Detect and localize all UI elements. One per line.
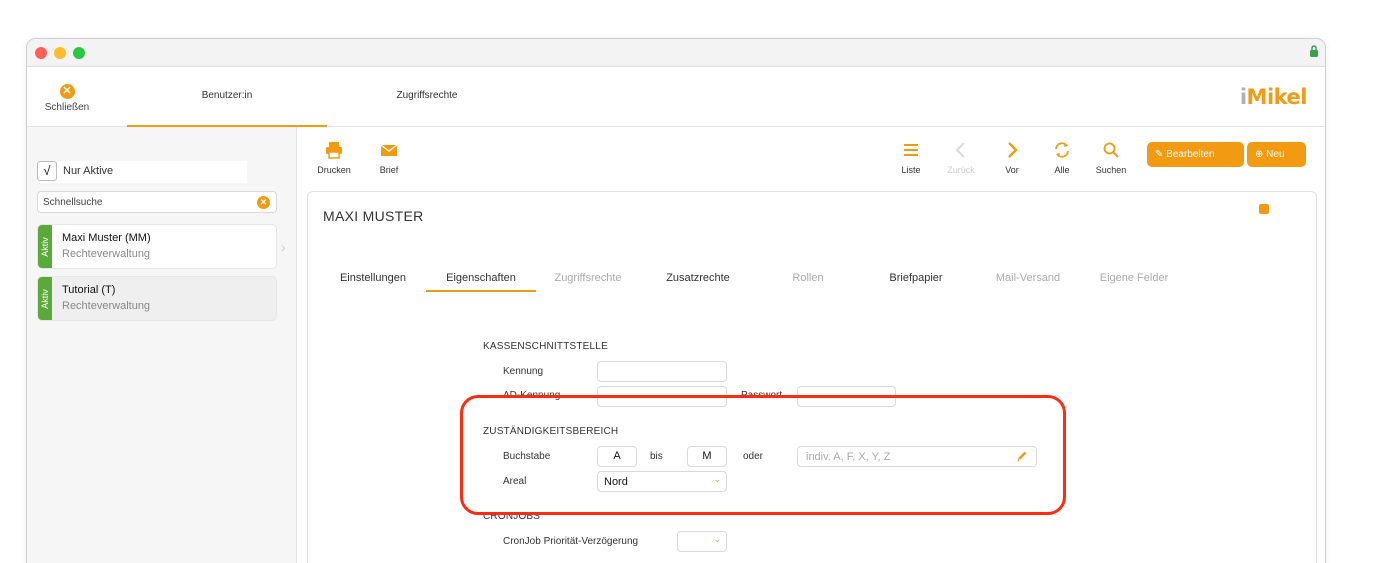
list-button[interactable]: Liste	[895, 141, 927, 175]
tab-zugriffsrechte[interactable]: Zugriffsrechte	[548, 272, 628, 292]
chevron-right-icon: ›	[281, 239, 286, 255]
tab-rollen[interactable]: Rollen	[778, 272, 838, 292]
sidebar: √ Nur Aktive Schnellsuche ✕ Aktiv Maxi M…	[27, 127, 297, 563]
tab-zusatzrechte[interactable]: Zusatzrechte	[658, 272, 738, 292]
tab-eigenschaften[interactable]: Eigenschaften	[426, 272, 536, 292]
all-label: Alle	[1054, 165, 1070, 175]
tab-einstellungen[interactable]: Einstellungen	[338, 272, 408, 292]
user-role: Rechteverwaltung	[62, 300, 151, 312]
printer-icon	[326, 142, 342, 159]
cronjob-delay-select[interactable]: ⌄	[677, 531, 727, 552]
chevron-right-icon	[1008, 142, 1018, 158]
kennung-label: Kennung	[503, 366, 544, 377]
user-list-item[interactable]: Aktiv Maxi Muster (MM) Rechteverwaltung	[37, 224, 277, 269]
status-badge: Aktiv	[38, 225, 52, 268]
section-kassenschnittstelle: KASSENSCHNITTSTELLE	[483, 341, 608, 352]
minimize-window-button[interactable]	[54, 47, 66, 59]
print-button[interactable]: Drucken	[313, 141, 355, 175]
search-label: Suchen	[1095, 165, 1127, 175]
page-title: MAXI MUSTER	[323, 208, 424, 224]
print-label: Drucken	[317, 165, 351, 175]
clear-search-icon[interactable]: ✕	[257, 196, 270, 209]
toolbar: Drucken Brief Liste Zurück Vor Alle Such…	[297, 127, 1325, 191]
tab-briefpapier[interactable]: Briefpapier	[878, 272, 954, 292]
kennung-field[interactable]	[597, 361, 727, 382]
cronjob-delay-label: CronJob Priorität-Verzögerung	[503, 536, 639, 547]
highlight-annotation	[460, 395, 1066, 515]
quick-search-value: Schnellsuche	[43, 197, 103, 208]
nur-aktive-label: Nur Aktive	[63, 165, 114, 177]
refresh-icon	[1055, 142, 1069, 158]
search-button[interactable]: Suchen	[1091, 141, 1131, 175]
all-button[interactable]: Alle	[1047, 141, 1077, 175]
forward-label: Vor	[1005, 165, 1019, 175]
close-label: Schließen	[44, 102, 90, 113]
nur-aktive-filter[interactable]: √ Nur Aktive	[37, 161, 247, 183]
list-icon	[904, 144, 918, 156]
letter-button[interactable]: Brief	[371, 141, 407, 175]
user-list-item[interactable]: Aktiv Tutorial (T) Rechteverwaltung	[37, 276, 277, 321]
back-button[interactable]: Zurück	[943, 141, 979, 175]
user-role: Rechteverwaltung	[62, 248, 151, 260]
back-label: Zurück	[947, 165, 975, 175]
note-icon[interactable]	[1259, 204, 1269, 214]
letter-label: Brief	[379, 165, 399, 175]
close-window-button[interactable]	[35, 47, 47, 59]
list-label: Liste	[901, 165, 921, 175]
nur-aktive-checkbox[interactable]: √	[37, 161, 57, 181]
status-badge: Aktiv	[38, 277, 52, 320]
edit-button[interactable]: ✎ Bearbeiten	[1147, 142, 1244, 167]
tab-zugriffsrechte[interactable]: Zugriffsrechte	[327, 67, 527, 127]
zoom-window-button[interactable]	[73, 47, 85, 59]
imikel-logo: iMikel	[1239, 85, 1308, 109]
close-button[interactable]: ✕ Schließen	[37, 81, 97, 113]
user-name: Tutorial (T)	[62, 284, 116, 296]
tab-mail-versand[interactable]: Mail-Versand	[988, 272, 1068, 292]
title-bar	[27, 39, 1325, 67]
tab-benutzer[interactable]: Benutzer:in	[127, 67, 327, 127]
search-icon	[1103, 142, 1119, 158]
forward-button[interactable]: Vor	[997, 141, 1027, 175]
tab-eigene-felder[interactable]: Eigene Felder	[1094, 272, 1174, 292]
new-button[interactable]: ⊕ Neu	[1247, 142, 1306, 167]
quick-search-input[interactable]: Schnellsuche ✕	[37, 191, 277, 213]
chevron-down-icon: ⌄	[713, 534, 721, 544]
chevron-left-icon	[955, 142, 965, 158]
plus-circle-icon: ⊕	[1255, 149, 1264, 160]
lock-icon	[1310, 45, 1318, 57]
user-name: Maxi Muster (MM)	[62, 232, 151, 244]
close-icon: ✕	[59, 84, 75, 99]
pencil-icon: ✎	[1155, 149, 1164, 160]
top-navigation: ✕ Schließen Benutzer:in Zugriffsrechte i…	[27, 67, 1325, 127]
envelope-icon	[380, 144, 398, 156]
